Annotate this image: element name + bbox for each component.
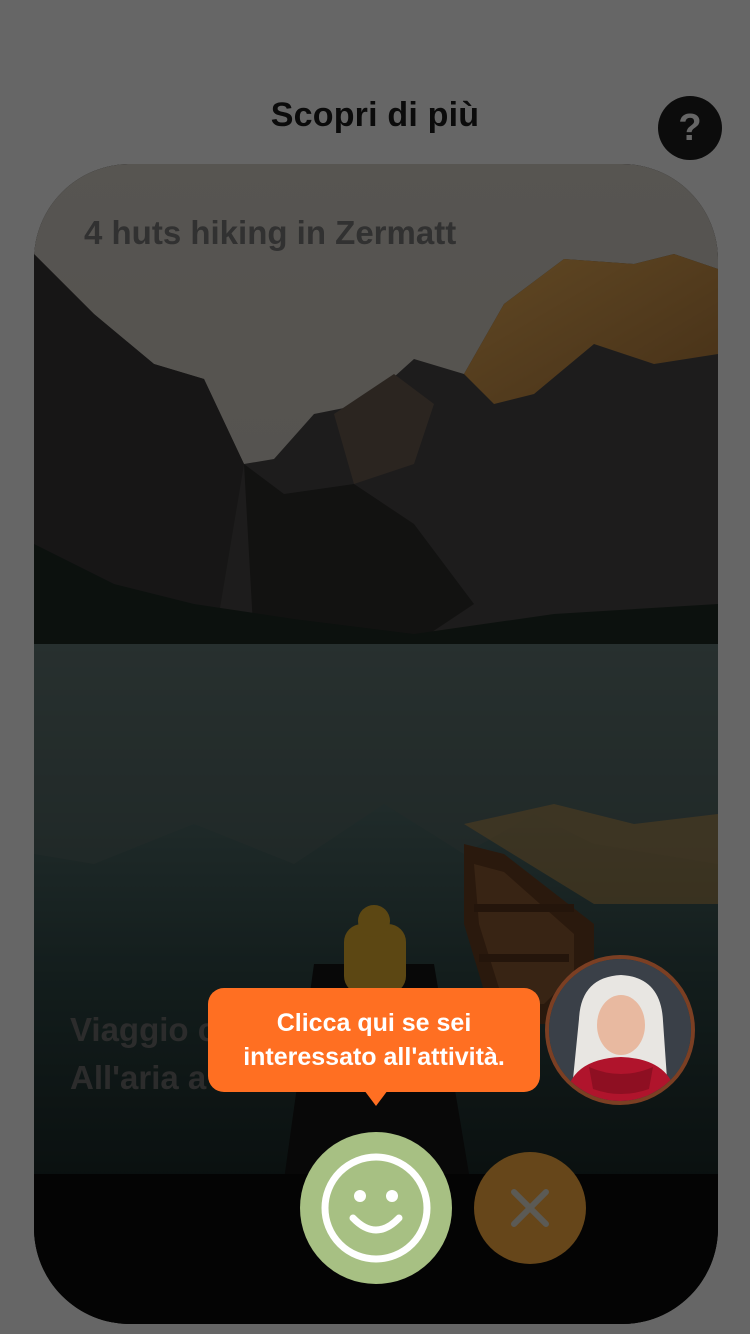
host-portrait — [549, 959, 691, 1101]
hint-tooltip: Clicca qui se sei interessato all'attivi… — [208, 988, 540, 1092]
discover-screen: Scopri di più ? 4 huts hiking in Zermatt… — [0, 0, 750, 1334]
activity-tag: Viaggio c — [70, 1011, 217, 1048]
interested-button[interactable] — [300, 1132, 452, 1284]
not-interested-button[interactable] — [474, 1152, 586, 1264]
page-title: Scopri di più — [270, 96, 480, 134]
smiley-icon — [321, 1153, 431, 1263]
tooltip-arrow — [364, 1090, 388, 1106]
activity-title: 4 huts hiking in Zermatt — [84, 214, 457, 251]
tooltip-line: interessato all'attività. — [243, 1043, 505, 1071]
host-avatar[interactable] — [545, 955, 695, 1105]
activity-tag: All'aria a — [70, 1059, 207, 1096]
activity-tags: Viaggio c All'aria a — [70, 1006, 216, 1102]
close-icon — [511, 1189, 549, 1227]
help-button[interactable]: ? — [658, 96, 722, 160]
tooltip-line: Clicca qui se sei — [276, 1009, 472, 1037]
question-mark-icon: ? — [678, 106, 702, 149]
